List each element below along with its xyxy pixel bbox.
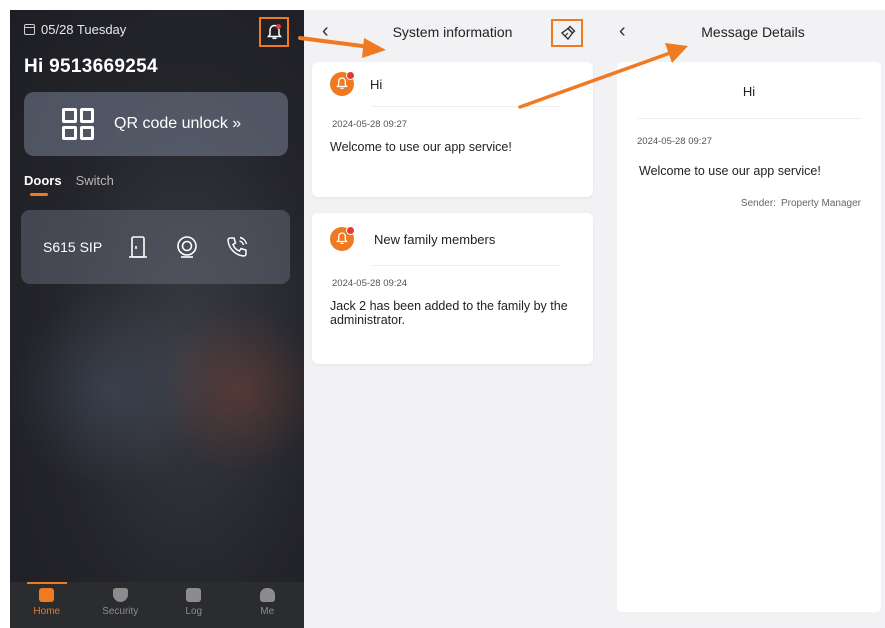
system-information-screen: ‹ System information Hi 2024-05-28 09:27… [304, 10, 601, 628]
message-title: Hi [370, 76, 383, 92]
message-bell-icon [330, 226, 355, 251]
qr-code-icon [62, 108, 94, 140]
door-icon[interactable] [127, 235, 149, 259]
tabbar-me[interactable]: Me [237, 582, 297, 628]
message-body: Welcome to use our app service! [639, 164, 821, 178]
message-time: 2024-05-28 09:27 [332, 119, 408, 130]
tabbar-label: Log [185, 606, 203, 617]
notification-bell-button[interactable] [259, 17, 289, 47]
divider [637, 118, 861, 119]
nav-bar: ‹ Message Details [601, 10, 885, 52]
date-row: 05/28 Tuesday [24, 22, 126, 37]
sender-label: Sender: [740, 198, 776, 209]
brush-icon [560, 25, 576, 41]
sender-row: Sender: Property Manager [741, 198, 861, 209]
page-title: Message Details [701, 24, 805, 40]
tabbar-security[interactable]: Security [90, 582, 150, 628]
message-title: Hi [742, 84, 756, 99]
message-detail-card: Hi 2024-05-28 09:27 Welcome to use our a… [617, 62, 881, 612]
tabbar-label: Security [102, 606, 139, 617]
log-icon [186, 588, 202, 602]
shield-icon [112, 588, 128, 602]
message-details-screen: ‹ Message Details Hi 2024-05-28 09:27 We… [601, 10, 885, 628]
message-bell-icon [330, 71, 355, 96]
phone-call-icon[interactable] [225, 235, 249, 259]
calendar-icon [24, 24, 35, 35]
user-icon [259, 588, 275, 602]
device-actions [127, 235, 249, 259]
message-body: Jack 2 has been added to the family by t… [330, 299, 568, 327]
sender-name: Property Manager [780, 198, 861, 209]
date-label: 05/28 Tuesday [41, 22, 127, 37]
message-card[interactable]: Hi 2024-05-28 09:27 Welcome to use our a… [312, 62, 593, 197]
camera-icon[interactable] [175, 235, 199, 259]
device-card[interactable]: S615 SIP [21, 210, 290, 284]
device-tabs: Doors Switch [24, 173, 114, 196]
home-icon [39, 588, 55, 602]
tabbar-label: Me [260, 606, 275, 617]
message-body: Welcome to use our app service! [330, 140, 512, 154]
device-name: S615 SIP [43, 239, 103, 255]
home-screen: 05/28 Tuesday Hi 9513669254 QR code unlo… [10, 10, 304, 628]
tab-switch[interactable]: Switch [76, 173, 114, 188]
nav-bar: ‹ System information [304, 10, 601, 52]
message-title: New family members [374, 231, 496, 247]
tabbar-label: Home [33, 606, 61, 617]
message-time: 2024-05-28 09:27 [637, 136, 713, 147]
unread-badge [276, 24, 281, 29]
tabbar-log[interactable]: Log [164, 582, 224, 628]
bottom-tab-bar: Home Security Log Me [10, 582, 304, 628]
tabbar-home[interactable]: Home [17, 582, 77, 628]
tab-doors[interactable]: Doors [24, 173, 62, 196]
qr-unlock-button[interactable]: QR code unlock » [24, 92, 288, 156]
clear-messages-button[interactable] [551, 19, 583, 47]
message-time: 2024-05-28 09:24 [332, 278, 408, 289]
qr-unlock-label: QR code unlock » [114, 115, 242, 132]
message-card[interactable]: New family members 2024-05-28 09:24 Jack… [312, 213, 593, 364]
greeting: Hi 9513669254 [24, 56, 158, 77]
